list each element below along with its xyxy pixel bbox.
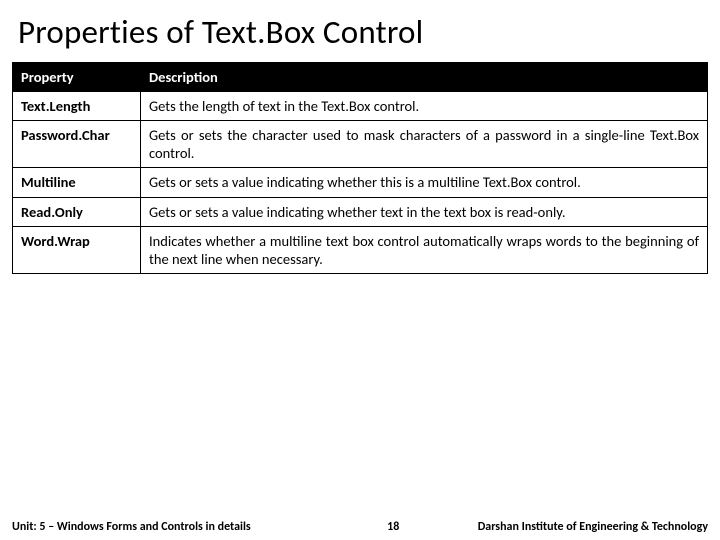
footer-organization: Darshan Institute of Engineering & Techn… [478,520,708,534]
property-name: Multiline [13,168,141,197]
property-description: Gets or sets the character used to mask … [141,121,708,168]
table-row: Text.Length Gets the length of text in t… [13,92,708,121]
footer-unit: Unit: 5 – Windows Forms and Controls in … [12,520,251,534]
table-row: Multiline Gets or sets a value indicatin… [13,168,708,197]
table-row: Read.Only Gets or sets a value indicatin… [13,197,708,226]
property-name: Text.Length [13,92,141,121]
footer-page-number: 18 [251,520,478,534]
property-name: Word.Wrap [13,226,141,273]
property-description: Gets or sets a value indicating whether … [141,197,708,226]
col-header-description: Description [141,63,708,92]
property-name: Password.Char [13,121,141,168]
property-description: Gets the length of text in the Text.Box … [141,92,708,121]
col-header-property: Property [13,63,141,92]
slide-footer: Unit: 5 – Windows Forms and Controls in … [0,520,720,534]
property-description: Indicates whether a multiline text box c… [141,226,708,273]
property-description: Gets or sets a value indicating whether … [141,168,708,197]
table-header-row: Property Description [13,63,708,92]
property-name: Read.Only [13,197,141,226]
table-row: Word.Wrap Indicates whether a multiline … [13,226,708,273]
page-title: Properties of Text.Box Control [0,12,720,62]
table-row: Password.Char Gets or sets the character… [13,121,708,168]
properties-table: Property Description Text.Length Gets th… [12,62,708,274]
slide: Properties of Text.Box Control Property … [0,0,720,540]
